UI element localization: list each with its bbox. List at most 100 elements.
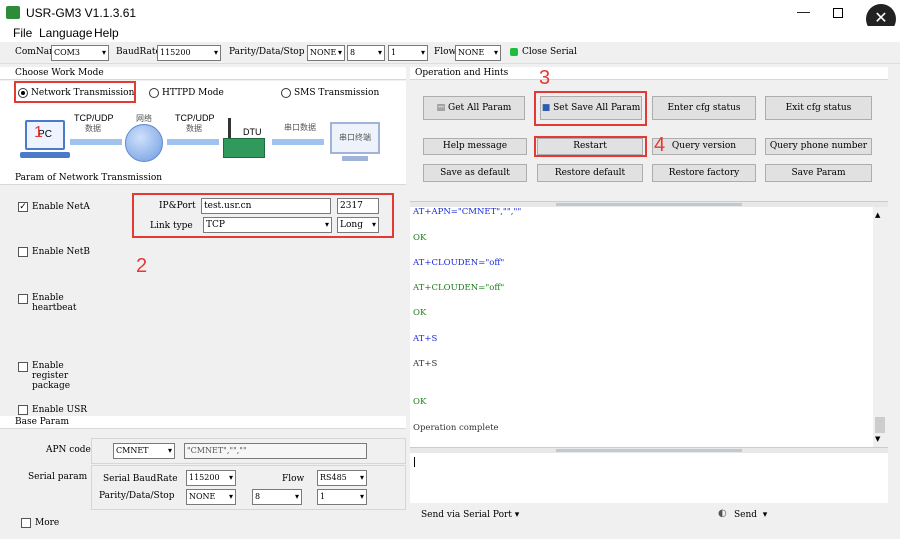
ops-header: Operation and Hints xyxy=(410,67,888,80)
console-scrollbar[interactable]: ▲ ▼ xyxy=(873,207,888,447)
parity-label: Parity/Data/Stop xyxy=(229,47,305,57)
annotation-box-2 xyxy=(132,193,394,238)
diagram-tcp1: TCP/UDP xyxy=(74,113,114,123)
get-all-param-button[interactable]: ▤ Get All Param xyxy=(423,96,525,120)
diagram-net: 网络 xyxy=(136,114,152,123)
query-version-button[interactable]: Query version xyxy=(652,138,756,155)
parity-select[interactable]: NONE ▾ xyxy=(307,45,345,61)
diagram-dtu: DTU xyxy=(243,127,262,137)
enable-usr-label[interactable]: Enable USR xyxy=(32,405,87,415)
annotation-4: 4 xyxy=(654,134,666,156)
maximize-icon[interactable] xyxy=(833,8,843,18)
enable-register-checkbox[interactable] xyxy=(18,362,28,372)
console-line: OK xyxy=(413,233,427,243)
terminal-base-icon xyxy=(342,156,368,161)
apn-label: APN code xyxy=(46,445,91,455)
console-line: AT+CLOUDEN="off" xyxy=(413,258,505,268)
baud-select[interactable]: 115200 ▾ xyxy=(157,45,221,61)
data-select[interactable]: 8 ▾ xyxy=(347,45,385,61)
console-line: Operation complete xyxy=(413,423,499,433)
serial-param-label: Serial param xyxy=(28,472,88,482)
serial-flow-label: Flow xyxy=(282,474,305,484)
flow-select[interactable]: NONE ▾ xyxy=(455,45,501,61)
pds-stop-select[interactable]: 1 ▾ xyxy=(317,489,367,505)
enable-neta-label[interactable]: Enable NetA xyxy=(32,202,90,212)
more-checkbox[interactable] xyxy=(21,518,31,528)
radio-httpd-label[interactable]: HTTPD Mode xyxy=(162,88,224,98)
pds-label: Parity/Data/Stop xyxy=(99,491,175,501)
dtu-icon xyxy=(223,138,265,158)
terminal-icon: 串口终端 xyxy=(330,122,380,154)
arrow-icon xyxy=(272,139,324,145)
restore-factory-button[interactable]: Restore factory xyxy=(652,164,756,182)
antenna-icon xyxy=(228,118,231,138)
send-button[interactable]: Send ▾ xyxy=(734,510,767,520)
console-line: OK xyxy=(413,397,427,407)
title-bar: USR-GM3 V1.1.3.61 — ✕ xyxy=(0,0,900,34)
baud-label: BaudRate xyxy=(116,47,161,57)
stop-select[interactable]: 1 ▾ xyxy=(388,45,428,61)
query-phone-button[interactable]: Query phone number xyxy=(765,138,872,155)
send-icon: ◐ xyxy=(718,508,727,519)
annotation-box-1 xyxy=(14,81,136,103)
serial-toolbar: ComName COM3 ▾ BaudRate 115200 ▾ Parity/Da… xyxy=(0,42,900,64)
enable-netb-label[interactable]: Enable NetB xyxy=(32,247,90,257)
menu-file[interactable]: File xyxy=(13,26,32,40)
enable-netb-checkbox[interactable] xyxy=(18,247,28,257)
save-param-button[interactable]: Save Param xyxy=(765,164,872,182)
apn-text-input[interactable]: "CMNET","","" xyxy=(184,443,367,459)
com-select[interactable]: COM3 ▾ xyxy=(51,45,109,61)
status-led-icon xyxy=(510,48,518,56)
base-param-header: Base Param xyxy=(0,416,406,429)
console-line: AT+S xyxy=(413,334,438,344)
diagram-data1: 数据 xyxy=(85,124,101,133)
pds-parity-select[interactable]: NONE ▾ xyxy=(186,489,236,505)
radio-httpd[interactable] xyxy=(149,88,159,98)
send-input[interactable] xyxy=(410,453,888,503)
serial-flow-select[interactable]: RS485 ▾ xyxy=(317,470,367,486)
app-icon xyxy=(6,6,20,19)
enable-neta-checkbox[interactable]: ✓ xyxy=(18,202,28,212)
minimize-icon[interactable]: — xyxy=(797,4,810,19)
annotation-1: 1 xyxy=(34,124,43,141)
arrow-icon xyxy=(70,139,122,145)
pc-icon: PC xyxy=(25,120,65,150)
radio-sms[interactable] xyxy=(281,88,291,98)
serial-baud-select[interactable]: 115200 ▾ xyxy=(186,470,236,486)
annotation-3: 3 xyxy=(539,67,551,89)
flow-label: Flow xyxy=(434,47,457,57)
send-via-dropdown[interactable]: Send via Serial Port ▾ xyxy=(421,510,519,520)
console-log[interactable] xyxy=(410,207,888,447)
help-message-button[interactable]: Help message xyxy=(423,138,527,155)
diagram-tcp2: TCP/UDP xyxy=(175,113,215,123)
arrow-icon xyxy=(167,139,219,145)
annotation-box-3 xyxy=(534,91,647,126)
annotation-2: 2 xyxy=(136,255,148,277)
enter-cfg-button[interactable]: Enter cfg status xyxy=(652,96,756,120)
console-line: AT+CLOUDEN="off" xyxy=(413,283,505,293)
restore-default-button[interactable]: Restore default xyxy=(537,164,643,182)
diagram-data2: 数据 xyxy=(186,124,202,133)
close-serial-button[interactable]: Close Serial xyxy=(522,47,577,57)
save-default-button[interactable]: Save as default xyxy=(423,164,527,182)
work-mode-header: Choose Work Mode xyxy=(0,67,406,80)
netparam-header: Param of Network Transmission xyxy=(0,172,406,185)
globe-icon xyxy=(125,124,163,162)
annotation-box-4 xyxy=(534,136,647,157)
window-title: USR-GM3 V1.1.3.61 xyxy=(26,6,137,20)
pds-data-select[interactable]: 8 ▾ xyxy=(252,489,302,505)
pc-base-icon xyxy=(20,152,70,158)
console-line: OK xyxy=(413,308,427,318)
enable-heartbeat-checkbox[interactable] xyxy=(18,294,28,304)
more-label[interactable]: More xyxy=(35,518,59,528)
enable-usr-checkbox[interactable] xyxy=(18,405,28,415)
exit-cfg-button[interactable]: Exit cfg status xyxy=(765,96,872,120)
radio-sms-label[interactable]: SMS Transmission xyxy=(294,88,379,98)
enable-heartbeat-label[interactable]: Enable heartbeat xyxy=(32,293,76,313)
menu-bar: File Language Help xyxy=(0,26,900,42)
menu-language[interactable]: Language xyxy=(39,26,92,40)
enable-register-label[interactable]: Enable register package xyxy=(32,361,70,391)
apn-select[interactable]: CMNET ▾ xyxy=(113,443,175,459)
console-line: AT+S xyxy=(413,359,438,369)
menu-help[interactable]: Help xyxy=(94,26,119,40)
